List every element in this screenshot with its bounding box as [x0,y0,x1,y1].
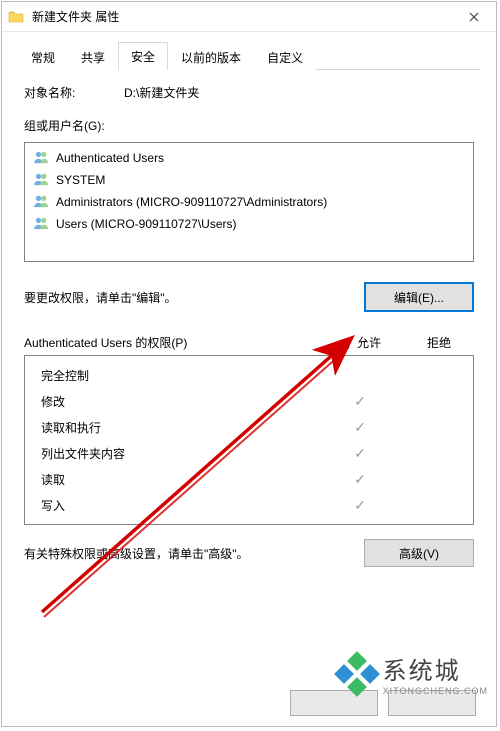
permission-name: 读取 [41,471,325,488]
permission-name: 读取和执行 [41,419,325,436]
tab-security[interactable]: 安全 [118,42,168,70]
list-item[interactable]: Users (MICRO-909110727\Users) [33,213,465,235]
users-icon [33,172,51,188]
group-users-list[interactable]: Authenticated Users SYSTEM Administrator… [24,142,474,262]
permissions-header: Authenticated Users 的权限(P) 允许 拒绝 [24,334,474,351]
client-area: 常规 共享 安全 以前的版本 自定义 对象名称: D:\新建文件夹 组或用户名(… [2,32,496,575]
advanced-hint: 有关特殊权限或高级设置，请单击"高级"。 [24,545,249,562]
permission-allow [325,471,395,488]
title-bar: 新建文件夹 属性 [2,2,496,32]
column-deny: 拒绝 [404,334,474,351]
permission-allow [325,419,395,436]
object-name-row: 对象名称: D:\新建文件夹 [24,84,474,101]
permission-row: 完全控制 [25,362,473,388]
permission-allow [325,497,395,514]
security-tab-page: 对象名称: D:\新建文件夹 组或用户名(G): Authenticated U… [18,70,480,567]
window-title: 新建文件夹 属性 [32,8,119,25]
list-item-label: SYSTEM [56,173,105,187]
object-name-label: 对象名称: [24,84,124,101]
tab-sharing[interactable]: 共享 [68,43,118,70]
permission-row: 列出文件夹内容 [25,440,473,466]
permission-name: 修改 [41,393,325,410]
edit-hint: 要更改权限，请单击"编辑"。 [24,289,177,306]
list-item-label: Authenticated Users [56,151,164,165]
list-item[interactable]: SYSTEM [33,169,465,191]
tab-general[interactable]: 常规 [18,43,68,70]
ok-button[interactable] [290,690,378,716]
list-item-label: Administrators (MICRO-909110727\Administ… [56,195,327,209]
permission-name: 写入 [41,497,325,514]
advanced-row: 有关特殊权限或高级设置，请单击"高级"。 高级(V) [24,539,474,567]
permission-row: 写入 [25,492,473,518]
object-name-value: D:\新建文件夹 [124,84,199,101]
permission-allow [325,445,395,462]
tab-strip: 常规 共享 安全 以前的版本 自定义 [18,42,480,70]
permission-name: 完全控制 [41,367,325,384]
list-item[interactable]: Administrators (MICRO-909110727\Administ… [33,191,465,213]
edit-button[interactable]: 编辑(E)... [364,282,474,312]
advanced-button[interactable]: 高级(V) [364,539,474,567]
tab-previous-versions[interactable]: 以前的版本 [168,43,254,70]
tab-customize[interactable]: 自定义 [254,43,316,70]
permission-allow [325,393,395,410]
users-icon [33,150,51,166]
folder-icon [8,9,24,25]
permission-row: 修改 [25,388,473,414]
edit-row: 要更改权限，请单击"编辑"。 编辑(E)... [24,282,474,312]
watermark-logo-icon [337,654,377,694]
permission-name: 列出文件夹内容 [41,445,325,462]
permissions-list: 完全控制 修改 读取和执行 列出文件夹内容 [24,355,474,525]
properties-window: 新建文件夹 属性 常规 共享 安全 以前的版本 自定义 对象名称: D:\新建文… [1,1,497,727]
users-icon [33,216,51,232]
group-users-label: 组或用户名(G): [24,117,474,134]
column-allow: 允许 [334,334,404,351]
dialog-buttons [290,690,476,716]
list-item[interactable]: Authenticated Users [33,147,465,169]
users-icon [33,194,51,210]
list-item-label: Users (MICRO-909110727\Users) [56,217,237,231]
permission-row: 读取 [25,466,473,492]
cancel-button[interactable] [388,690,476,716]
close-button[interactable] [452,2,496,32]
permissions-title: Authenticated Users 的权限(P) [24,334,334,351]
permission-row: 读取和执行 [25,414,473,440]
